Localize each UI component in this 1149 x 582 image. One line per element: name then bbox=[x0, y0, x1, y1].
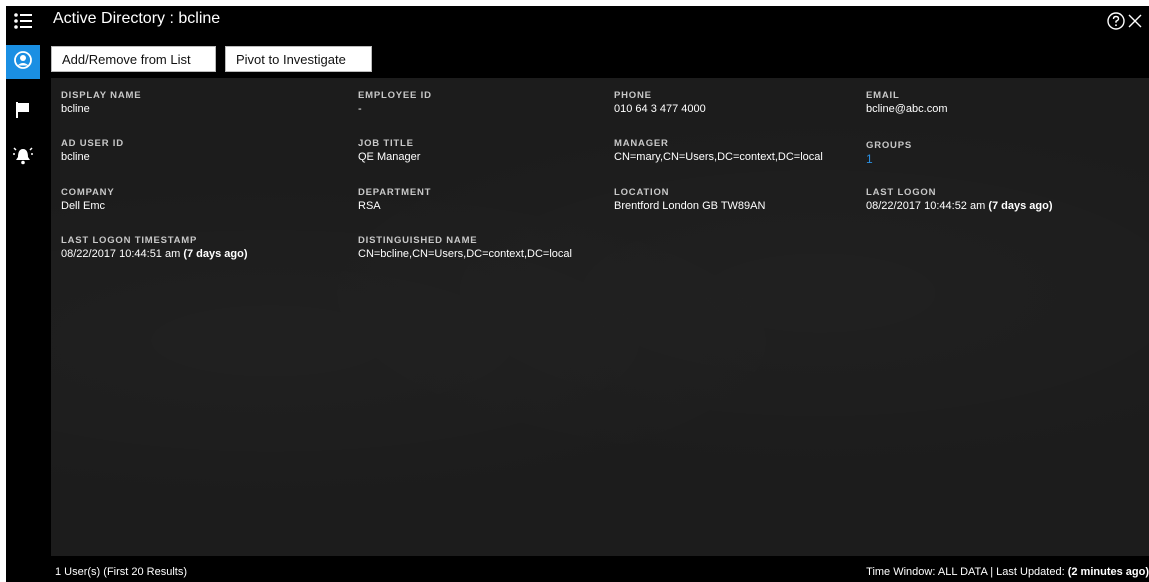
field-label: JOB TITLE bbox=[358, 138, 414, 149]
field-label: LAST LOGON TIMESTAMP bbox=[61, 235, 198, 246]
field-value: bcline bbox=[61, 103, 90, 115]
field-value: RSA bbox=[358, 200, 381, 212]
flag-tab[interactable] bbox=[6, 95, 40, 129]
groups-count-link[interactable]: 1 bbox=[866, 152, 912, 166]
update-status: Time Window: ALL DATA | Last Updated: (2… bbox=[866, 560, 1149, 582]
field-label: COMPANY bbox=[61, 187, 115, 198]
field-value: Brentford London GB TW89AN bbox=[614, 200, 766, 212]
field-last-logon-timestamp: LAST LOGON TIMESTAMP 08/22/2017 10:44:51… bbox=[61, 235, 248, 261]
page-title: Active Directory : bcline bbox=[53, 10, 221, 27]
field-value: CN=bcline,CN=Users,DC=context,DC=local bbox=[358, 248, 572, 260]
flag-icon bbox=[16, 101, 30, 123]
list-icon bbox=[14, 12, 32, 34]
field-value: CN=mary,CN=Users,DC=context,DC=local bbox=[614, 151, 823, 163]
last-logon-date: 08/22/2017 10:44:52 am bbox=[866, 200, 986, 212]
user-tab[interactable] bbox=[6, 45, 40, 79]
user-icon bbox=[14, 50, 32, 74]
add-remove-from-list-button[interactable]: Add/Remove from List bbox=[51, 46, 216, 72]
field-email: EMAIL bcline@abc.com bbox=[866, 90, 947, 116]
results-count: 1 User(s) (First 20 Results) bbox=[55, 566, 188, 578]
field-label: EMPLOYEE ID bbox=[358, 90, 432, 101]
field-value: 010 64 3 477 4000 bbox=[614, 103, 706, 115]
time-window-text: Time Window: ALL DATA | Last Updated: bbox=[866, 566, 1065, 578]
field-location: LOCATION Brentford London GB TW89AN bbox=[614, 187, 765, 213]
field-last-logon: LAST LOGON 08/22/2017 10:44:52 am (7 day… bbox=[866, 187, 1053, 213]
panel-header: Active Directory : bcline Add/Remove fro… bbox=[40, 6, 1149, 76]
field-label: PHONE bbox=[614, 90, 652, 101]
field-distinguished-name: DISTINGUISHED NAME CN=bcline,CN=Users,DC… bbox=[358, 235, 572, 261]
field-label: EMAIL bbox=[866, 90, 900, 101]
field-label: DISPLAY NAME bbox=[61, 90, 142, 101]
field-manager: MANAGER CN=mary,CN=Users,DC=context,DC=l… bbox=[614, 138, 823, 164]
field-department: DEPARTMENT RSA bbox=[358, 187, 431, 213]
field-label: LOCATION bbox=[614, 187, 670, 198]
field-value: 08/22/2017 10:44:52 am (7 days ago) bbox=[866, 199, 1053, 213]
help-icon[interactable] bbox=[1107, 12, 1125, 35]
alarm-icon bbox=[13, 146, 33, 170]
field-value: bcline@abc.com bbox=[866, 103, 948, 115]
close-icon[interactable] bbox=[1127, 13, 1143, 34]
field-value: 08/22/2017 10:44:51 am (7 days ago) bbox=[61, 247, 248, 261]
last-logon-timestamp-relative: (7 days ago) bbox=[183, 248, 248, 260]
field-value: - bbox=[358, 103, 362, 115]
details-panel: DISPLAY NAME bcline EMPLOYEE ID - PHONE … bbox=[51, 78, 1149, 556]
field-label: DEPARTMENT bbox=[358, 187, 432, 198]
status-footer: 1 User(s) (First 20 Results) Time Window… bbox=[40, 558, 1149, 582]
field-label: MANAGER bbox=[614, 138, 669, 149]
last-updated-relative: (2 minutes ago) bbox=[1067, 566, 1149, 578]
field-label: LAST LOGON bbox=[866, 187, 937, 198]
field-company: COMPANY Dell Emc bbox=[61, 187, 114, 213]
list-menu-button[interactable] bbox=[6, 6, 40, 40]
field-phone: PHONE 010 64 3 477 4000 bbox=[614, 90, 706, 116]
field-value: bcline bbox=[61, 151, 90, 163]
last-logon-relative: (7 days ago) bbox=[988, 200, 1053, 212]
pivot-to-investigate-button[interactable]: Pivot to Investigate bbox=[225, 46, 372, 72]
field-label: DISTINGUISHED NAME bbox=[358, 235, 478, 246]
alarm-tab[interactable] bbox=[6, 141, 40, 175]
app-frame: Active Directory : bcline Add/Remove fro… bbox=[6, 6, 1149, 582]
field-employee-id: EMPLOYEE ID - bbox=[358, 90, 432, 116]
field-value: QE Manager bbox=[358, 151, 421, 163]
field-value: Dell Emc bbox=[61, 200, 106, 212]
field-ad-user-id: AD USER ID bcline bbox=[61, 138, 124, 164]
field-groups: GROUPS 1 bbox=[866, 140, 912, 166]
field-label: AD USER ID bbox=[61, 138, 124, 149]
field-job-title: JOB TITLE QE Manager bbox=[358, 138, 420, 164]
last-logon-timestamp-date: 08/22/2017 10:44:51 am bbox=[61, 248, 181, 260]
left-rail bbox=[6, 6, 40, 582]
field-label: GROUPS bbox=[866, 140, 912, 151]
field-display-name: DISPLAY NAME bcline bbox=[61, 90, 141, 116]
